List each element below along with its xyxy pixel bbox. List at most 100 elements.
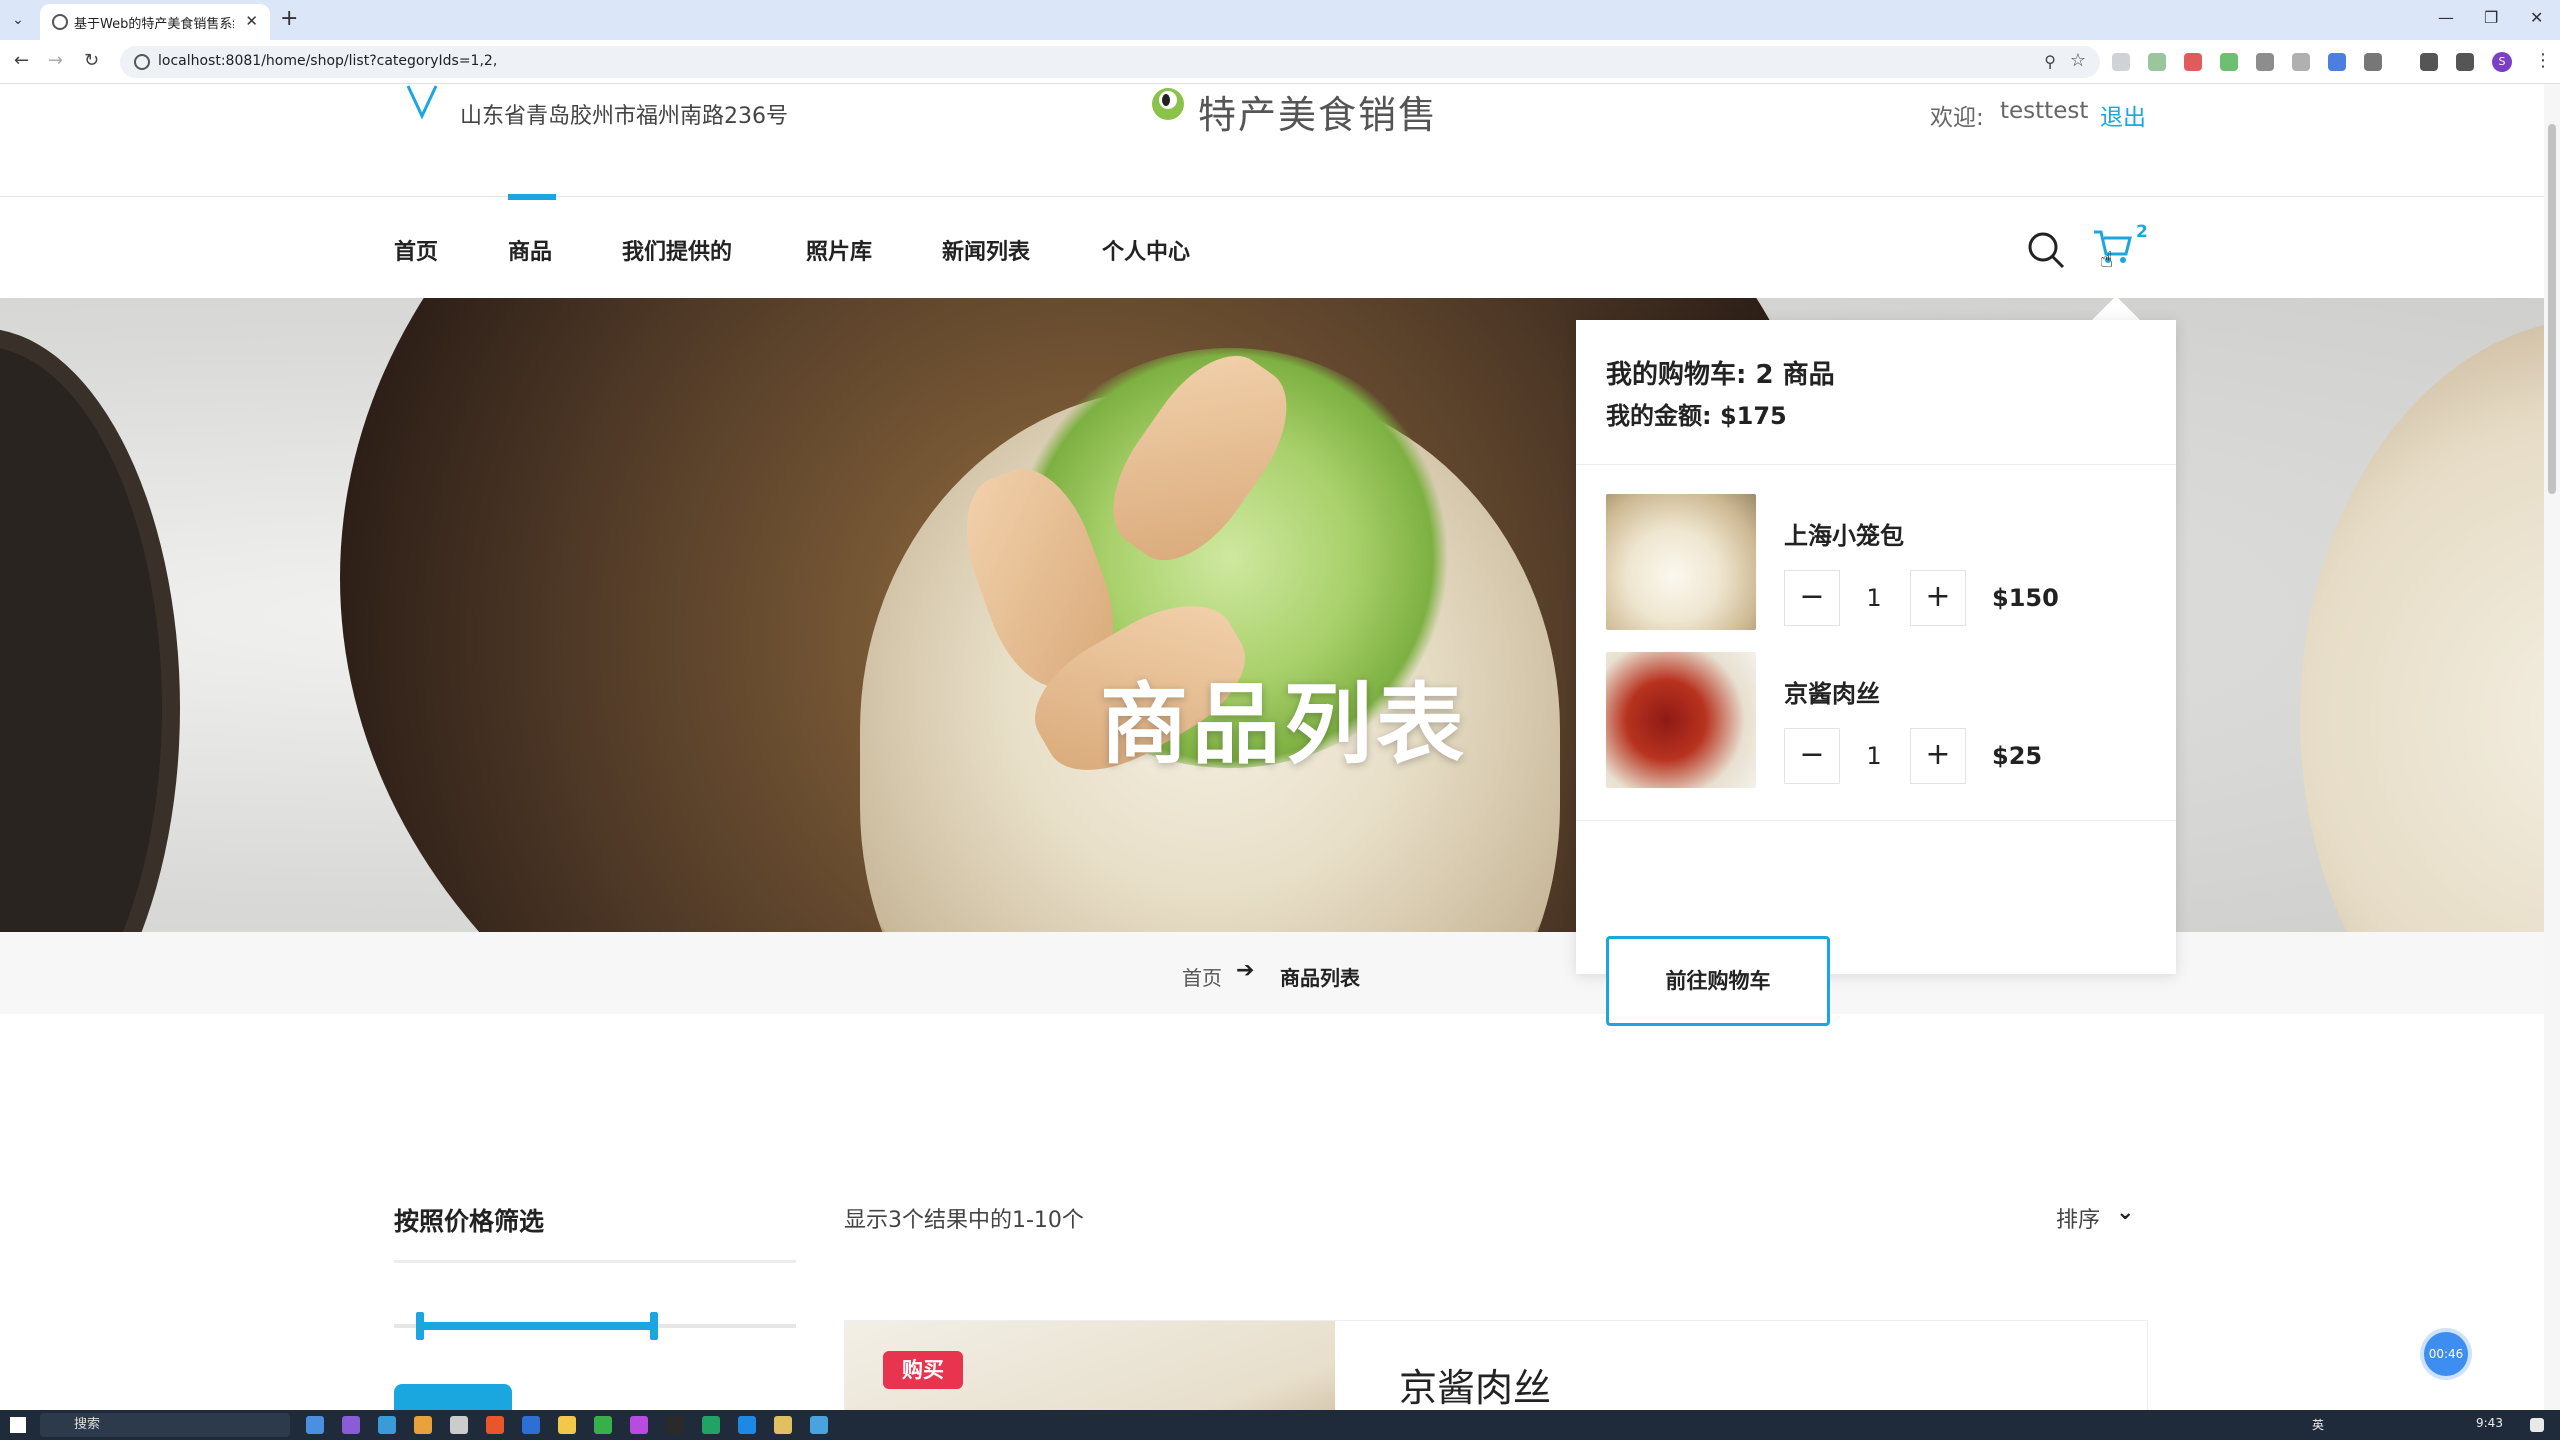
forward-icon[interactable]: → <box>48 50 63 71</box>
app-icon[interactable] <box>630 1416 648 1434</box>
cart-count-badge: 2 <box>2136 222 2148 242</box>
chevron-down-icon[interactable]: ⌄ <box>2116 1200 2134 1225</box>
breadcrumb-home-link[interactable]: 首页 <box>1182 962 1222 991</box>
app-icon[interactable] <box>702 1416 720 1434</box>
tab-search-chevron-icon[interactable]: ⌄ <box>8 10 28 30</box>
nav-item-services[interactable]: 我们提供的 <box>622 234 732 266</box>
page-title: 商品列表 <box>1100 673 1469 776</box>
close-tab-icon[interactable]: ✕ <box>245 12 258 30</box>
globe-icon <box>52 14 68 30</box>
filter-button[interactable] <box>394 1384 512 1410</box>
shield-ext-icon[interactable] <box>2184 53 2202 71</box>
copy-ext-icon[interactable] <box>2256 53 2274 71</box>
logo-text[interactable]: 特产美食销售 <box>1198 84 1438 139</box>
app-icon[interactable] <box>810 1416 828 1434</box>
cart-item-image[interactable] <box>1606 652 1756 788</box>
folder-icon[interactable] <box>558 1416 576 1434</box>
filter-divider <box>394 1260 796 1263</box>
location-pin-icon <box>406 85 438 120</box>
price-filter-title: 按照价格筛选 <box>394 1207 545 1236</box>
profile-avatar[interactable]: S <box>2492 52 2512 72</box>
cart-item-price: $150 <box>1992 584 2059 612</box>
price-slider-max-handle[interactable] <box>650 1312 658 1340</box>
address-bar: ← → ↻ localhost:8081/home/shop/list?cate… <box>0 40 2560 84</box>
decrease-qty-button[interactable]: − <box>1784 728 1840 784</box>
url-text[interactable]: localhost:8081/home/shop/list?categoryId… <box>158 53 497 69</box>
app-icon[interactable] <box>522 1416 540 1434</box>
price-slider-range <box>420 1322 654 1330</box>
puzzle-green-ext-icon[interactable] <box>2220 53 2238 71</box>
product-card[interactable]: 购买 京酱肉丝 <box>844 1320 2148 1410</box>
nav-item-profile[interactable]: 个人中心 <box>1102 234 1190 266</box>
increase-qty-button[interactable]: + <box>1910 570 1966 626</box>
task-view-icon[interactable] <box>306 1416 324 1434</box>
browser-tab[interactable]: 基于Web的特产美食销售系统 ✕ <box>40 4 270 40</box>
browser-tab-bar: ⌄ 基于Web的特产美食销售系统 ✕ + — ❐ ✕ <box>0 0 2560 40</box>
firefox-icon[interactable] <box>486 1416 504 1434</box>
decrease-qty-button[interactable]: − <box>1784 570 1840 626</box>
filter-ext-icon[interactable] <box>2292 53 2310 71</box>
image-ext-icon[interactable] <box>2148 53 2166 71</box>
nav-item-news[interactable]: 新闻列表 <box>942 234 1030 266</box>
new-tab-icon[interactable]: + <box>280 6 298 31</box>
back-icon[interactable]: ← <box>14 50 29 71</box>
nav-item-gallery[interactable]: 照片库 <box>806 234 872 266</box>
windows-start-icon[interactable] <box>10 1417 26 1433</box>
download-icon[interactable] <box>2420 53 2438 71</box>
logout-link[interactable]: 退出 <box>2100 98 2146 132</box>
scrollbar-thumb[interactable] <box>2548 124 2556 494</box>
active-menu-indicator <box>508 194 556 200</box>
camera-ext-icon[interactable] <box>2112 53 2130 71</box>
welcome-label: 欢迎: <box>1930 105 1984 131</box>
zoom-icon[interactable]: ⚲ <box>2044 52 2056 71</box>
notes-icon[interactable] <box>774 1416 792 1434</box>
price-slider-min-handle[interactable] <box>416 1312 424 1340</box>
breadcrumb-current: 商品列表 <box>1280 966 1360 990</box>
minimize-icon[interactable]: — <box>2438 8 2454 27</box>
cart-item-name[interactable]: 京酱肉丝 <box>1784 674 1880 709</box>
restore-icon[interactable]: ❐ <box>2484 8 2498 27</box>
cart-divider <box>1576 820 2176 821</box>
app-icon[interactable] <box>738 1416 756 1434</box>
notification-icon[interactable] <box>2530 1418 2544 1432</box>
translate-ext-icon[interactable] <box>2328 53 2346 71</box>
increase-qty-button[interactable]: + <box>1910 728 1966 784</box>
settings-icon[interactable] <box>450 1416 468 1434</box>
floating-timer-button[interactable]: 00:46 <box>2424 1332 2468 1376</box>
buy-badge[interactable]: 购买 <box>883 1351 963 1389</box>
cart-total: 我的金额: $175 <box>1606 402 1787 430</box>
url-field[interactable]: localhost:8081/home/shop/list?categoryId… <box>120 46 2100 78</box>
nav-item-products[interactable]: 商品 <box>508 234 552 266</box>
site-info-icon[interactable] <box>134 54 150 70</box>
extensions-icon[interactable] <box>2364 53 2382 71</box>
app-icon[interactable] <box>378 1416 396 1434</box>
taskbar-search[interactable]: 搜索 <box>40 1413 290 1437</box>
logo-icon[interactable] <box>1148 84 1194 122</box>
pointer-cursor-icon: ☝ <box>2100 248 2114 273</box>
tray-clock[interactable]: 9:43 <box>2476 1416 2503 1430</box>
browser-menu-icon[interactable]: ⋮ <box>2534 50 2552 71</box>
close-window-icon[interactable]: ✕ <box>2530 8 2543 27</box>
header-divider <box>0 196 2544 197</box>
go-to-cart-button[interactable]: 前往购物车 <box>1606 936 1830 1026</box>
sidepanel-icon[interactable] <box>2456 53 2474 71</box>
bookmark-star-icon[interactable]: ☆ <box>2070 50 2086 71</box>
page-scrollbar[interactable] <box>2544 84 2560 1410</box>
ide-icon[interactable] <box>666 1416 684 1434</box>
reload-icon[interactable]: ↻ <box>84 50 99 71</box>
chrome-icon[interactable] <box>414 1416 432 1434</box>
sort-dropdown[interactable]: 排序 <box>2056 1202 2100 1234</box>
cart-item-qty: 1 <box>1866 742 1882 770</box>
username: testtest <box>2000 98 2089 124</box>
app-icon[interactable] <box>342 1416 360 1434</box>
cart-item-price: $25 <box>1992 742 2043 770</box>
product-name[interactable]: 京酱肉丝 <box>1399 1357 1551 1410</box>
cart-popup-arrow <box>2092 296 2140 320</box>
cart-item-name[interactable]: 上海小笼包 <box>1784 516 1904 551</box>
nav-item-home[interactable]: 首页 <box>394 234 438 266</box>
web-page: 山东省青岛胶州市福州南路236号 特产美食销售 欢迎: testtest 退出 … <box>0 84 2544 1410</box>
search-icon[interactable] <box>2026 230 2066 270</box>
tray-lang[interactable]: 英 <box>2312 1416 2324 1433</box>
wechat-icon[interactable] <box>594 1416 612 1434</box>
cart-item-image[interactable] <box>1606 494 1756 630</box>
